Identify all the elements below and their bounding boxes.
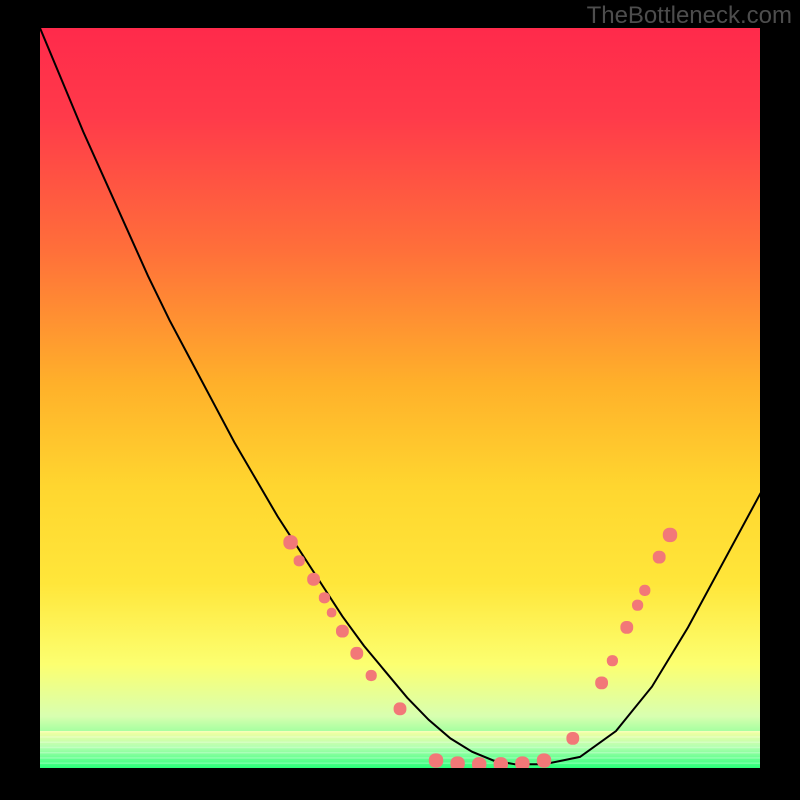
- data-point: [607, 655, 618, 666]
- plot-area: [40, 28, 760, 768]
- data-point: [663, 528, 677, 542]
- data-point: [307, 573, 320, 586]
- data-point: [294, 555, 305, 566]
- data-point: [350, 647, 363, 660]
- data-point: [283, 535, 297, 549]
- data-point: [537, 753, 551, 767]
- data-point: [394, 702, 407, 715]
- data-point: [620, 621, 633, 634]
- watermark-text: TheBottleneck.com: [587, 2, 792, 30]
- green-band: [40, 731, 760, 768]
- chart-frame: TheBottleneck.com: [0, 0, 800, 800]
- data-point: [336, 625, 349, 638]
- data-point: [366, 670, 377, 681]
- data-point: [450, 756, 464, 768]
- data-point: [429, 753, 443, 767]
- data-point: [632, 600, 643, 611]
- data-point: [319, 592, 330, 603]
- data-point: [653, 551, 666, 564]
- gradient-background: [40, 28, 760, 768]
- data-point: [515, 756, 529, 768]
- data-point: [595, 677, 608, 690]
- data-point: [566, 732, 579, 745]
- data-point: [639, 585, 650, 596]
- data-point: [327, 608, 337, 618]
- plot-svg: [40, 28, 760, 768]
